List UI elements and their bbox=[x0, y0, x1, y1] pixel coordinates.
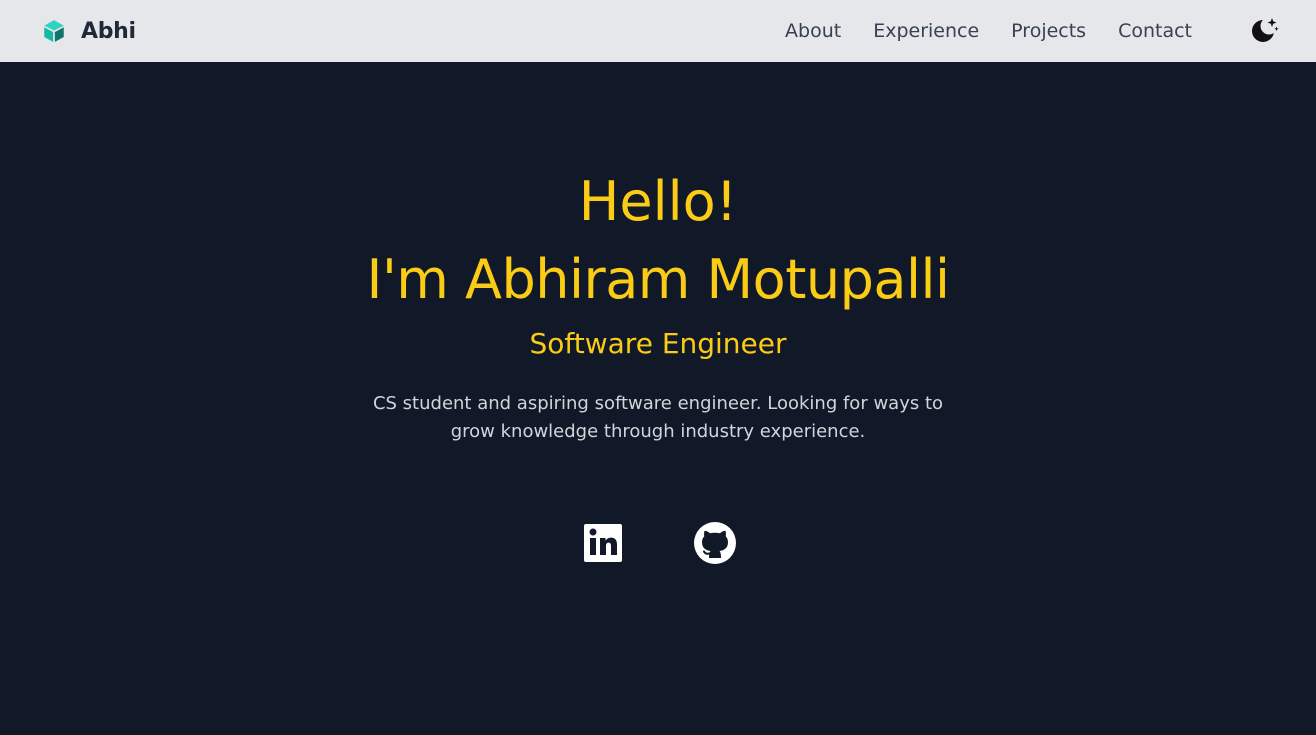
navbar: Abhi About Experience Projects Contact bbox=[0, 0, 1316, 62]
linkedin-link[interactable] bbox=[580, 520, 626, 566]
hero-name: I'm Abhiram Motupalli bbox=[366, 248, 950, 311]
hero-greeting: Hello! bbox=[578, 170, 738, 233]
nav-link-contact[interactable]: Contact bbox=[1118, 20, 1192, 42]
cube-icon bbox=[44, 20, 64, 42]
github-icon bbox=[694, 522, 736, 564]
nav-links: About Experience Projects Contact bbox=[753, 0, 1192, 62]
nav-link-projects[interactable]: Projects bbox=[1011, 20, 1086, 42]
nav-link-about[interactable]: About bbox=[785, 20, 841, 42]
github-link[interactable] bbox=[692, 520, 738, 566]
moon-stars-icon bbox=[1252, 17, 1279, 42]
hero-section: Hello! I'm Abhiram Motupalli Software En… bbox=[0, 62, 1316, 735]
linkedin-icon bbox=[584, 524, 622, 562]
brand-link[interactable]: Abhi bbox=[41, 14, 136, 48]
theme-toggle-button[interactable] bbox=[1250, 15, 1280, 45]
brand-name: Abhi bbox=[81, 18, 136, 44]
hero-role: Software Engineer bbox=[529, 327, 787, 360]
nav-link-experience[interactable]: Experience bbox=[873, 20, 979, 42]
hero-bio: CS student and aspiring software enginee… bbox=[372, 393, 944, 442]
